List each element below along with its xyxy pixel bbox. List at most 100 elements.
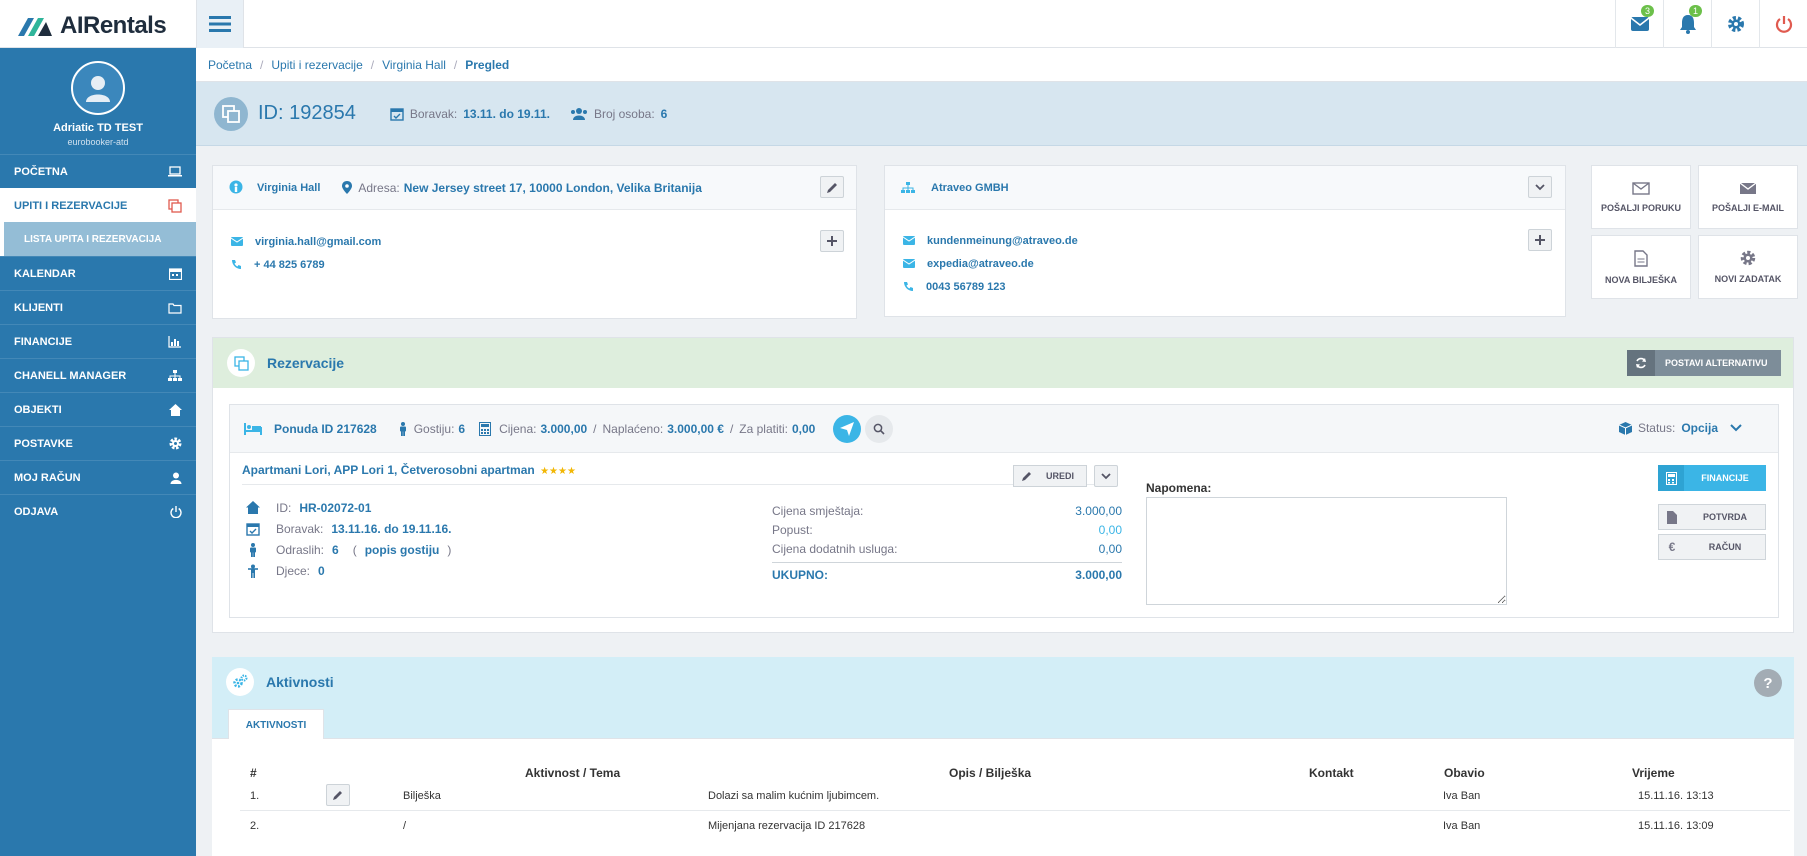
user-profile: Adriatic TD TEST eurobooker-atd: [0, 48, 196, 154]
pencil-icon: [333, 791, 342, 800]
set-alternative-button[interactable]: POSTAVI ALTERNATIVU: [1627, 350, 1781, 376]
breadcrumb-home[interactable]: Početna: [208, 58, 252, 72]
notifications-button[interactable]: 1: [1663, 0, 1711, 48]
sidebar-item-home[interactable]: POČETNA: [0, 154, 196, 188]
question-icon: ?: [1763, 674, 1773, 692]
envelope-icon: [903, 259, 915, 268]
search-offer-button[interactable]: [865, 414, 894, 443]
agency-dropdown-button[interactable]: [1528, 176, 1552, 198]
edit-guest-button[interactable]: [820, 176, 844, 198]
sidebar-item-inquiry-list[interactable]: LISTA UPITA I REZERVACIJA: [0, 222, 196, 256]
plus-icon: [1535, 235, 1545, 245]
avatar[interactable]: [71, 61, 125, 115]
settings-button[interactable]: [1711, 0, 1759, 48]
sidebar: Adriatic TD TEST eurobooker-atd POČETNA …: [0, 48, 196, 856]
messages-badge: 3: [1640, 5, 1654, 17]
menu-toggle-button[interactable]: [196, 0, 244, 48]
agency-name[interactable]: Atraveo GMBH: [931, 182, 1009, 194]
home-icon: [169, 403, 182, 416]
tab-activities[interactable]: AKTIVNOSTI: [228, 709, 324, 740]
edit-activity-button[interactable]: [326, 784, 350, 806]
guest-name[interactable]: Virginia Hall: [257, 182, 320, 194]
send-email-button[interactable]: POŠALJI E-MAIL: [1698, 165, 1798, 229]
guest-list-link[interactable]: popis gostiju: [365, 543, 440, 557]
persons-count: 6: [660, 106, 668, 121]
document-icon: [1667, 510, 1677, 524]
pencil-icon: [826, 182, 837, 193]
unit-info: ID: HR-02072-01 Boravak: 13.11.16. do 19…: [246, 497, 451, 581]
add-agency-contact-button[interactable]: [1528, 229, 1552, 251]
edit-unit-button[interactable]: UREDI: [1013, 465, 1087, 487]
bed-icon: [244, 422, 262, 435]
sidebar-item-label: FINANCIJE: [14, 335, 73, 348]
sidebar-item-channel-manager[interactable]: CHANELL MANAGER: [0, 358, 196, 392]
offer-id[interactable]: Ponuda ID 217628: [274, 422, 377, 436]
unit-id: HR-02072-01: [299, 500, 372, 515]
invoice-button[interactable]: € RAČUN: [1658, 534, 1766, 560]
activities-table: # Aktivnost / Tema Opis / Bilješka Konta…: [212, 739, 1794, 856]
sidebar-item-my-account[interactable]: MOJ RAČUN: [0, 460, 196, 494]
reservations-title: Rezervacije: [267, 355, 345, 371]
confirmation-button[interactable]: POTVRDA: [1658, 504, 1766, 530]
sidebar-item-calendar[interactable]: KALENDAR: [0, 256, 196, 290]
power-icon: [1775, 16, 1792, 33]
new-task-button[interactable]: NOVI ZADATAK: [1698, 235, 1798, 299]
agency-email-1[interactable]: kundenmeinung@atraveo.de: [927, 235, 1078, 247]
plus-icon: [827, 236, 837, 246]
breadcrumb-client[interactable]: Virginia Hall: [382, 58, 446, 72]
guest-phone[interactable]: + 44 825 6789: [254, 259, 325, 271]
stay-info: Boravak: 13.11. do 19.11.: [390, 107, 550, 121]
unit-dropdown-button[interactable]: [1094, 465, 1118, 487]
unit-name[interactable]: Apartmani Lori, APP Lori 1, Četverosobni…: [242, 463, 535, 477]
note-textarea[interactable]: [1146, 497, 1507, 605]
bell-icon: [1679, 15, 1696, 34]
guest-email[interactable]: virginia.hall@gmail.com: [255, 236, 381, 248]
reservation-id: ID: 192854: [258, 102, 356, 124]
sidebar-item-settings[interactable]: POSTAVKE: [0, 426, 196, 460]
breadcrumb-inquiries[interactable]: Upiti i rezervacije: [271, 58, 362, 72]
unit-adults: 6: [332, 542, 339, 557]
table-row[interactable]: 2. / Mijenjana rezervacija ID 217628 Iva…: [240, 811, 1790, 841]
sidebar-item-inquiries[interactable]: UPITI I REZERVACIJE: [0, 188, 196, 222]
sidebar-item-label: OBJEKTI: [14, 403, 62, 416]
sidebar-item-label: POSTAVKE: [14, 437, 73, 450]
agency-email-2[interactable]: expedia@atraveo.de: [927, 258, 1034, 270]
user-icon: [86, 76, 110, 102]
breadcrumb: Početna / Upiti i rezervacije / Virginia…: [196, 48, 1807, 82]
unit-children: 0: [318, 563, 325, 578]
logout-button[interactable]: [1759, 0, 1807, 48]
sidebar-item-finance[interactable]: FINANCIJE: [0, 324, 196, 358]
messages-button[interactable]: 3: [1615, 0, 1663, 48]
gear-icon: [1740, 250, 1756, 266]
offer-status[interactable]: Status: Opcija: [1618, 421, 1742, 435]
agency-card: Atraveo GMBH kundenmeinung@atraveo.de ex…: [884, 165, 1566, 317]
offer-card: Ponuda ID 217628 Gostiju: 6 Cijena: 3.00…: [229, 404, 1779, 618]
sitemap-icon: [901, 181, 915, 193]
sidebar-item-clients[interactable]: KLIJENTI: [0, 290, 196, 324]
new-note-button[interactable]: NOVA BILJEŠKA: [1591, 235, 1691, 299]
power-icon: [170, 505, 182, 518]
sidebar-item-label: UPITI I REZERVACIJE: [14, 199, 128, 212]
notifications-badge: 1: [1688, 5, 1702, 17]
help-button[interactable]: ?: [1754, 669, 1782, 697]
calendar-check-icon: [246, 522, 260, 536]
sidebar-item-label: KLIJENTI: [14, 301, 63, 314]
gear-icon: [1727, 16, 1744, 32]
app-logo[interactable]: AIRentals: [18, 12, 167, 40]
copy-icon: [227, 349, 255, 377]
agency-phone[interactable]: 0043 56789 123: [926, 281, 1006, 293]
envelope-icon: [1739, 181, 1757, 194]
guest-address: New Jersey street 17, 10000 London, Veli…: [403, 180, 702, 195]
sidebar-item-logout[interactable]: ODJAVA: [0, 494, 196, 528]
send-offer-button[interactable]: [833, 414, 862, 443]
sidebar-item-properties[interactable]: OBJEKTI: [0, 392, 196, 426]
send-message-button[interactable]: POŠALJI PORUKU: [1591, 165, 1691, 229]
finance-button[interactable]: FINANCIJE: [1658, 465, 1766, 491]
copy-icon: [214, 96, 248, 131]
document-icon: [1634, 249, 1648, 267]
gear-icon: [169, 437, 182, 450]
add-guest-contact-button[interactable]: [820, 230, 844, 252]
unit-stay: 13.11.16. do 19.11.16.: [331, 521, 452, 536]
home-icon: [246, 501, 260, 514]
table-row[interactable]: 1. Bilješka Dolazi sa malim kućnim ljubi…: [240, 781, 1790, 811]
